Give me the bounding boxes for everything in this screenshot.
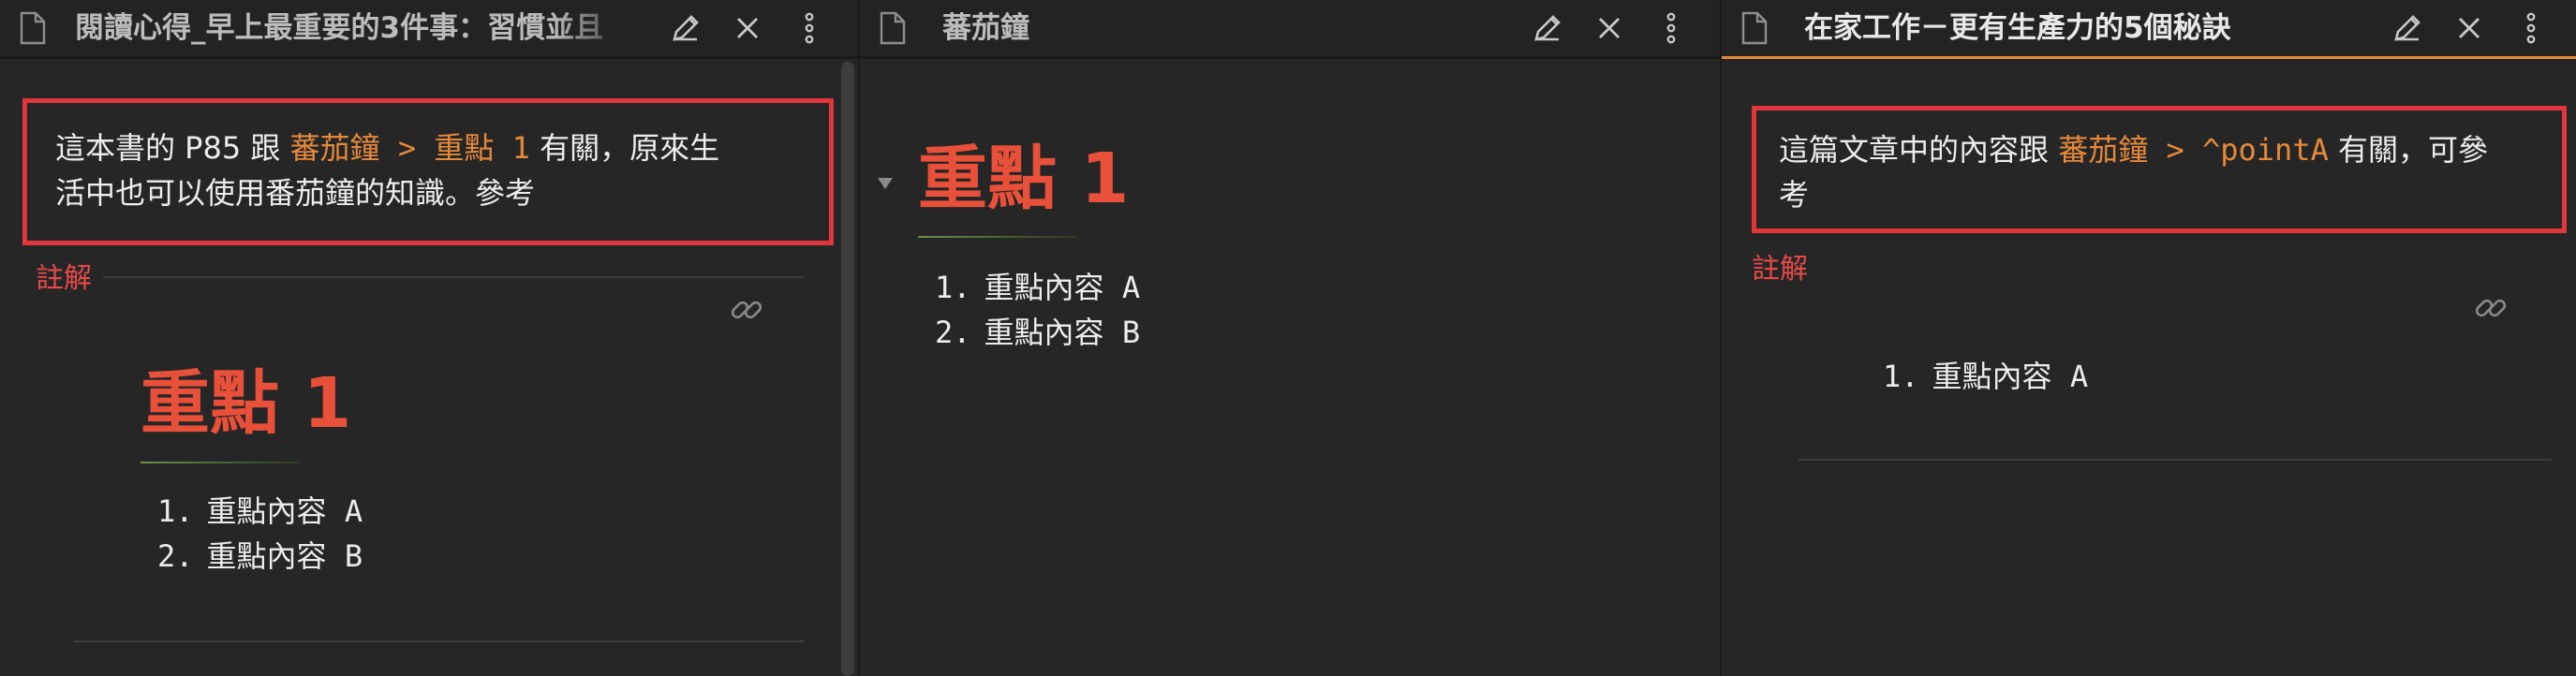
list-item: 1. 重點內容 A: [935, 270, 1141, 305]
collapse-triangle-icon[interactable]: [877, 176, 894, 194]
embedded-heading: 重點 1: [141, 363, 352, 444]
left-pane: 閱讀心得_早上最重要的3件事：習慣並且 這本書的 P85 跟 蕃茄鐘 > 重點 …: [0, 0, 858, 676]
tab-title[interactable]: 閱讀心得_早上最重要的3件事：習慣並且: [75, 7, 637, 49]
pencil-icon[interactable]: [1529, 9, 1566, 47]
close-icon[interactable]: [729, 9, 766, 47]
list-item: 2. 重點內容 B: [935, 315, 1141, 350]
more-vertical-icon[interactable]: [1652, 9, 1690, 47]
close-icon[interactable]: [2450, 9, 2488, 47]
close-icon[interactable]: [1591, 9, 1628, 47]
callout-text: 這本書的 P85 跟: [55, 130, 290, 166]
more-vertical-icon[interactable]: [2512, 9, 2550, 47]
tab-title[interactable]: 在家工作－更有生產力的5個秘訣: [1804, 7, 2366, 49]
document-icon: [1740, 11, 1769, 49]
callout-box: 這篇文章中的內容跟 蕃茄鐘 > ^pointA 有關，可參 考: [1752, 106, 2567, 233]
list-item: 2. 重點內容 B: [157, 538, 363, 574]
middle-pane: 蕃茄鐘 重點 1 1. 重點內容 A 2. 重點內容 B: [858, 0, 1722, 676]
embedded-list: 1. 重點內容 A 2. 重點內容 B: [157, 489, 363, 579]
tab-title[interactable]: 蕃茄鐘: [942, 7, 1411, 49]
note-label: 註解: [36, 262, 92, 295]
callout-text-line2: 活中也可以使用番茄鐘的知識。參考: [55, 175, 536, 211]
right-pane: 在家工作－更有生產力的5個秘訣 這篇文章中的內容跟 蕃茄鐘 > ^pointA …: [1720, 0, 2576, 676]
heading-underline: [918, 236, 1077, 238]
left-pane-header: 閱讀心得_早上最重要的3件事：習慣並且: [0, 0, 858, 59]
divider: [1799, 459, 2552, 461]
callout-text-suffix: 有關，可參: [2328, 132, 2489, 168]
heading-underline: [141, 462, 300, 463]
callout-text-suffix: 有關，原來生: [529, 130, 720, 166]
link-icon[interactable]: [729, 292, 764, 331]
list-item: 1. 重點內容 A: [157, 493, 363, 529]
note-label: 註解: [1752, 253, 1808, 286]
internal-link[interactable]: 蕃茄鐘 > ^pointA: [2058, 132, 2329, 168]
list-item: 1. 重點內容 A: [1883, 359, 2089, 394]
divider: [103, 276, 804, 278]
document-icon: [19, 11, 47, 49]
right-pane-header: 在家工作－更有生產力的5個秘訣: [1722, 0, 2576, 59]
embedded-list: 1. 重點內容 A: [1883, 354, 2088, 399]
callout-box: 這本書的 P85 跟 蕃茄鐘 > 重點 1 有關，原來生 活中也可以使用番茄鐘的…: [22, 98, 834, 245]
callout-text-line2: 考: [1779, 177, 1810, 213]
more-vertical-icon[interactable]: [791, 9, 828, 47]
divider: [73, 640, 804, 642]
document-icon: [879, 11, 907, 49]
pencil-icon[interactable]: [2389, 9, 2426, 47]
middle-pane-header: 蕃茄鐘: [860, 0, 1722, 59]
page-heading: 重點 1: [918, 139, 1130, 219]
internal-link[interactable]: 蕃茄鐘 > 重點 1: [290, 130, 530, 166]
link-icon[interactable]: [2473, 290, 2509, 330]
scrollbar[interactable]: [841, 62, 854, 676]
callout-text: 這篇文章中的內容跟: [1779, 132, 2059, 168]
pencil-icon[interactable]: [667, 9, 704, 47]
page-list: 1. 重點內容 A 2. 重點內容 B: [935, 265, 1140, 355]
